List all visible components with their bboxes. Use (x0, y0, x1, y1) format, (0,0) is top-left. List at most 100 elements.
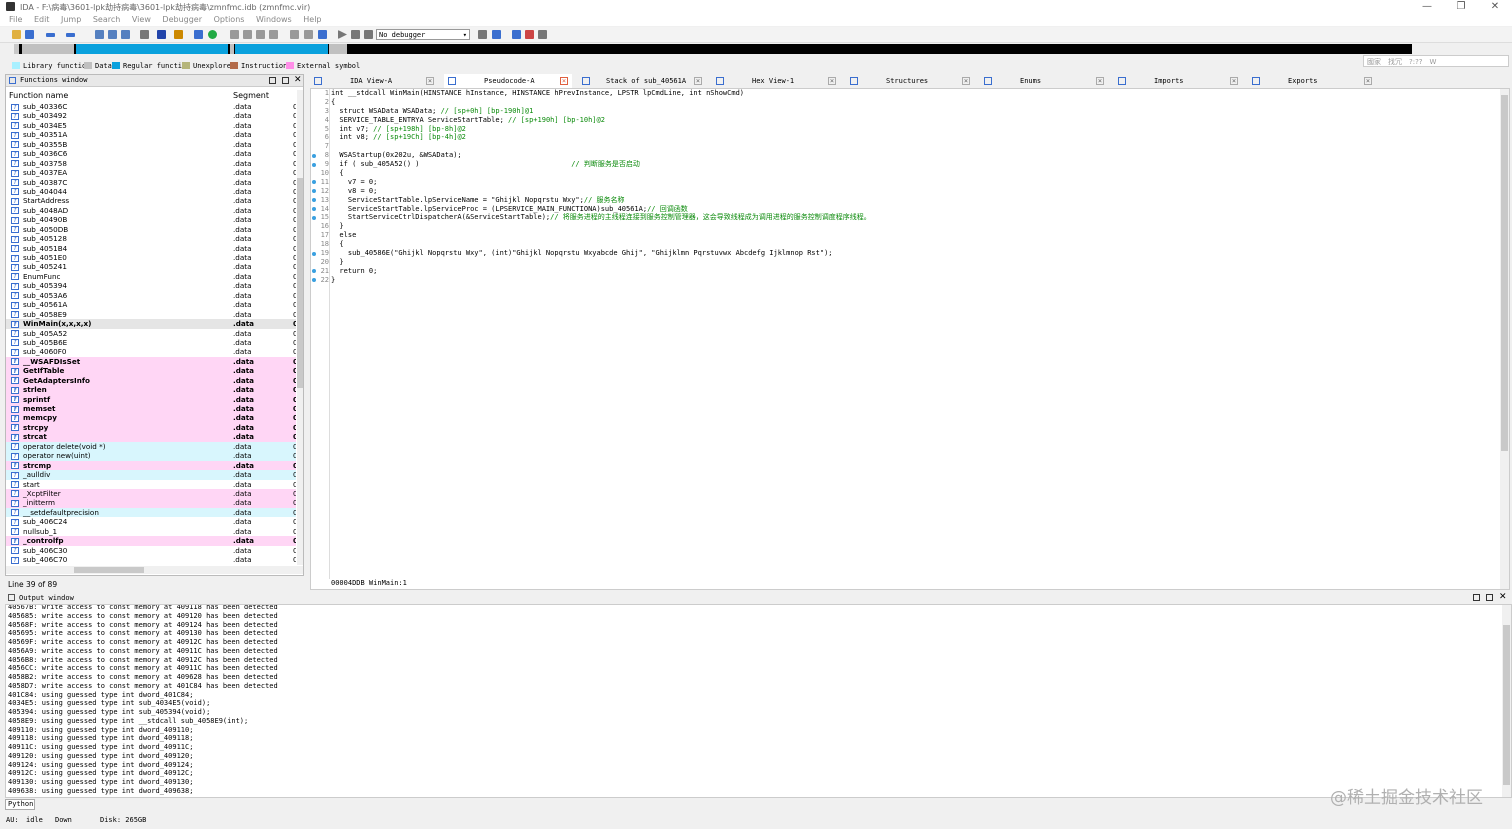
breakpoint-icon[interactable] (525, 30, 534, 39)
code-line[interactable]: 18 { (321, 240, 1496, 249)
function-row[interactable]: f memset .data 0 (6, 404, 296, 414)
save-icon[interactable] (25, 30, 34, 39)
function-row[interactable]: f __setdefaultprecision .data 0 (6, 507, 296, 518)
function-row[interactable]: f __WSAFDIsSet .data 0 (6, 356, 296, 367)
function-row[interactable]: f _initterm .data 0 (6, 498, 296, 508)
name-icon[interactable] (304, 30, 313, 39)
function-row[interactable]: f sprintf .data 0 (6, 394, 296, 404)
function-row[interactable]: f sub_4053A6 .data 0 (6, 291, 296, 300)
code-line[interactable]: 21 return 0; (312, 267, 1496, 276)
restore-icon[interactable] (1473, 594, 1480, 601)
function-row[interactable]: f strcpy .data 0 (6, 422, 296, 433)
code-line[interactable]: 22} (312, 276, 1496, 285)
function-row[interactable]: f sub_405128 .data 0 (6, 234, 296, 243)
scroll-thumb[interactable] (1501, 95, 1508, 451)
code-line[interactable]: 12 v8 = 0; (312, 187, 1496, 196)
code-line[interactable]: 4 SERVICE_TABLE_ENTRYA ServiceStartTable… (325, 116, 1496, 125)
functions-scrollbar[interactable] (297, 90, 303, 565)
close-icon[interactable]: × (1364, 77, 1372, 85)
function-row[interactable]: f sub_40387C .data 0 (6, 178, 296, 187)
menu-edit[interactable]: Edit (34, 13, 50, 26)
function-row[interactable]: f sub_40490B .data 0 (6, 215, 296, 224)
data-icon[interactable] (243, 30, 252, 39)
close-icon[interactable]: ✕ (1499, 593, 1507, 602)
menu-help[interactable]: Help (303, 13, 321, 26)
graph-icon[interactable] (174, 30, 183, 39)
code-line[interactable]: 19 sub_40586E("Ghijkl Nopqrstu Wxy", (in… (312, 249, 1496, 258)
close-icon[interactable]: × (694, 77, 702, 85)
output-scrollbar[interactable] (1502, 605, 1511, 797)
function-row[interactable]: f sub_404044 .data 0 (6, 187, 296, 196)
column-segment[interactable]: Segment (233, 91, 269, 100)
function-row[interactable]: f sub_403758 .data 0 (6, 159, 296, 168)
function-row[interactable]: f start .data 0 (6, 480, 296, 489)
close-icon[interactable]: × (1096, 77, 1104, 85)
function-row[interactable]: f nullsub_1 .data 0 (6, 527, 296, 536)
function-row[interactable]: f sub_406C30 .data 0 (6, 546, 296, 555)
array-icon[interactable] (269, 30, 278, 39)
close-icon[interactable]: × (962, 77, 970, 85)
float-icon[interactable] (1486, 594, 1493, 601)
menu-search[interactable]: Search (93, 13, 120, 26)
function-row[interactable]: f sub_4058E9 .data 0 (6, 310, 296, 319)
code-line[interactable]: 1 int __stdcall WinMain(HINSTANCE hInstan… (325, 89, 1496, 98)
play-icon[interactable] (338, 30, 347, 39)
functions-hscrollbar[interactable] (6, 566, 303, 574)
download-icon[interactable] (157, 30, 166, 39)
function-row[interactable]: f _XcptFilter .data 0 (6, 488, 296, 499)
function-row[interactable]: f sub_4051B4 .data 0 (6, 244, 296, 253)
function-row[interactable]: f sub_406C24 .data 0 (6, 517, 296, 526)
minimize-button[interactable]: — (1410, 0, 1444, 13)
menu-view[interactable]: View (132, 13, 151, 26)
function-row[interactable]: f sub_4051E0 .data 0 (6, 253, 296, 262)
code-line[interactable]: 10 { (321, 169, 1496, 178)
open-icon[interactable] (12, 30, 21, 39)
attach-icon[interactable] (478, 30, 487, 39)
step-icon[interactable] (492, 30, 501, 39)
function-row[interactable]: f sub_4048AD .data 0 (6, 206, 296, 215)
restore-icon[interactable] (269, 77, 276, 84)
function-row[interactable]: f sub_405394 .data 0 (6, 281, 296, 290)
search-text-icon[interactable] (108, 30, 117, 39)
code-line[interactable]: 20 } (321, 258, 1496, 267)
code-line[interactable]: 8 WSAStartup(0x202u, &WSAData); (312, 151, 1496, 160)
function-row[interactable]: f sub_403492 .data 0 (6, 111, 296, 120)
close-icon[interactable]: × (828, 77, 836, 85)
close-icon[interactable]: ✕ (294, 76, 302, 85)
code-line[interactable]: 17 else (321, 231, 1496, 240)
tab-pseudocode-a[interactable]: Pseudocode-A × (444, 74, 572, 88)
function-row[interactable]: f _aulldiv .data 0 (6, 470, 296, 480)
function-row[interactable]: f sub_40355B .data 0 (6, 140, 296, 149)
pseudocode-icon[interactable] (194, 30, 203, 39)
jump-icon[interactable] (140, 30, 149, 39)
function-row[interactable]: f sub_40561A .data 0 (6, 300, 296, 309)
close-icon[interactable]: × (426, 77, 434, 85)
menu-options[interactable]: Options (214, 13, 245, 26)
function-row[interactable]: f WinMain(x,x,x,x) .data 0 (6, 319, 296, 329)
tab-enums[interactable]: Enums × (980, 74, 1108, 88)
pseudocode-view[interactable]: 1 int __stdcall WinMain(HINSTANCE hInstan… (310, 88, 1510, 590)
function-row[interactable]: f sub_4034E5 .data 0 (6, 121, 296, 130)
function-row[interactable]: f sub_40336C .data 0 (6, 102, 296, 111)
cross-ref-icon[interactable] (318, 30, 327, 39)
menu-debugger[interactable]: Debugger (162, 13, 202, 26)
run-script-icon[interactable] (208, 30, 217, 39)
tab-imports[interactable]: Imports × (1114, 74, 1242, 88)
function-row[interactable]: f EnumFunc .data 0 (6, 272, 296, 281)
close-button[interactable]: ✕ (1478, 0, 1512, 13)
python-input-tab[interactable]: Python (5, 799, 35, 810)
search-binary-icon[interactable] (95, 30, 104, 39)
code-line[interactable]: 16 } (321, 222, 1496, 231)
code-line[interactable]: 11 v7 = 0; (312, 178, 1496, 187)
code-line[interactable]: 5 int v7; // [sp+198h] [bp-8h]@2 (325, 125, 1496, 134)
function-row[interactable]: f strcmp .data 0 (6, 460, 296, 471)
code-icon[interactable] (230, 30, 239, 39)
code-line[interactable]: 2{ (325, 98, 1496, 107)
output-window[interactable]: 40567B: write access to const memory at … (5, 604, 1512, 798)
scroll-thumb[interactable] (297, 178, 303, 388)
menu-file[interactable]: File (9, 13, 22, 26)
function-row[interactable]: f sub_405B6E .data 0 (6, 338, 296, 347)
maximize-button[interactable]: ❐ (1444, 0, 1478, 13)
code-line[interactable]: 13 ServiceStartTable.lpServiceName = "Gh… (312, 196, 1496, 205)
pause-icon[interactable] (351, 30, 360, 39)
